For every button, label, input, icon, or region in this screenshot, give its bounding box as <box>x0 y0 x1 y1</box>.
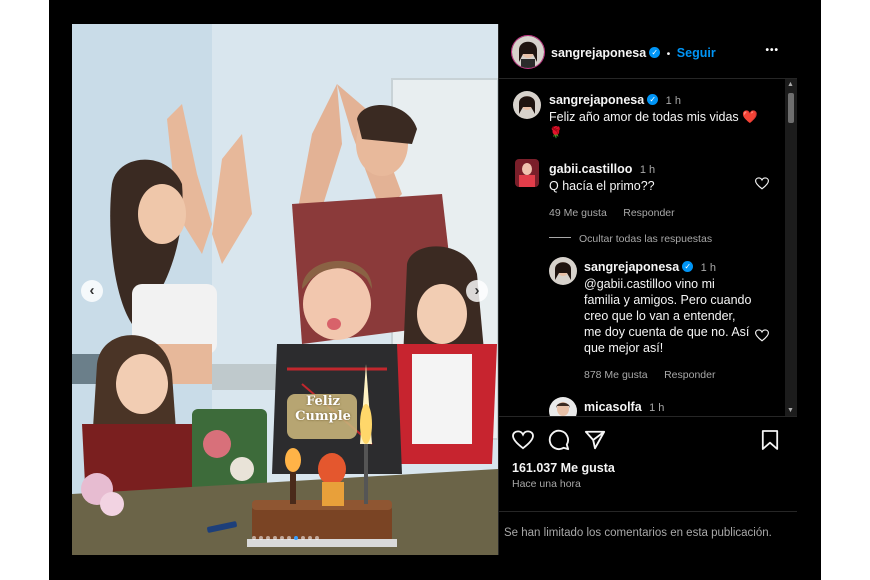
reply-text-line: @gabii.castilloo vino mi <box>584 277 715 291</box>
scroll-down-arrow-icon[interactable]: ▼ <box>787 407 794 414</box>
cake-topper: Feliz Cumple <box>288 394 358 424</box>
previous-photo-button[interactable]: ‹ <box>81 280 103 302</box>
scrollbar-thumb[interactable] <box>788 93 794 123</box>
carousel-dot <box>314 536 319 540</box>
reply-username[interactable]: sangrejaponesa <box>584 260 679 274</box>
post-header: sangrejaponesa ✓ • Seguir ••• <box>499 24 797 79</box>
partial-comment-avatar[interactable] <box>549 397 577 416</box>
comments-limited-text: Se han limitado los comentarios en esta … <box>504 527 772 539</box>
partial-comment-block: micasolfa 1 h <box>584 398 664 416</box>
reply-block: sangrejaponesa ✓ 1 h @gabii.castilloo vin… <box>584 258 764 383</box>
verified-badge-icon: ✓ <box>649 47 661 59</box>
hide-replies-toggle[interactable]: Ocultar todas las respuestas <box>549 229 712 247</box>
follow-button[interactable]: Seguir <box>677 46 716 60</box>
comment-avatar[interactable] <box>515 159 539 187</box>
like-heart-icon[interactable] <box>512 430 534 450</box>
reply-text-line: familia y amigos. Pero cuando <box>584 293 752 307</box>
verified-badge-icon: ✓ <box>647 94 659 106</box>
caption-username[interactable]: sangrejaponesa <box>549 93 644 107</box>
carousel-dots <box>72 527 498 545</box>
comment-bubble-icon[interactable] <box>548 429 570 451</box>
comment-time: 1 h <box>639 164 656 176</box>
post-timestamp: Hace una hora <box>512 478 581 490</box>
carousel-dot <box>300 536 305 540</box>
carousel-dot <box>307 536 312 540</box>
reply-time: 1 h <box>700 262 716 274</box>
comments-limited-notice: Se han limitado los comentarios en esta … <box>499 511 797 556</box>
share-send-icon[interactable] <box>584 429 606 451</box>
likes-count[interactable]: 161.037 Me gusta <box>512 461 615 475</box>
carousel-dot <box>265 536 270 540</box>
comment-likes[interactable]: 49 Me gusta <box>549 207 607 219</box>
caption-text: Feliz año amor de todas mis vidas ❤️ <box>549 110 758 124</box>
comments-scrollbar[interactable]: ▲ ▼ <box>785 79 797 416</box>
cake-topper-line1: Feliz <box>305 394 341 409</box>
caption-time: 1 h <box>665 95 681 107</box>
cake-topper-line2: Cumple <box>295 409 351 424</box>
post-actions: 161.037 Me gusta Hace una hora <box>499 416 797 512</box>
next-photo-button[interactable]: › <box>466 280 488 302</box>
comments-list[interactable]: sangrejaponesa ✓ 1 h Feliz año amor de to… <box>499 79 797 416</box>
more-options-icon[interactable]: ••• <box>765 45 779 56</box>
reply-like-heart-icon[interactable] <box>755 329 769 342</box>
caption-avatar[interactable] <box>513 91 541 119</box>
header-username[interactable]: sangrejaponesa <box>551 46 646 60</box>
reply-reply-button[interactable]: Responder <box>664 369 715 381</box>
reply-avatar[interactable] <box>549 257 577 285</box>
reply-likes[interactable]: 878 Me gusta <box>584 369 648 381</box>
caption-block: sangrejaponesa ✓ 1 h Feliz año amor de to… <box>549 91 784 141</box>
carousel-dot <box>279 536 284 540</box>
reply-text-line: me doy cuenta de que no. Así <box>584 325 750 339</box>
carousel-dot <box>272 536 277 540</box>
partial-comment-username[interactable]: micasolfa <box>584 400 642 414</box>
carousel-dot <box>286 536 291 540</box>
post-side-panel: sangrejaponesa ✓ • Seguir ••• sangrejapon… <box>498 24 797 555</box>
comment-username[interactable]: gabii.castilloo <box>549 162 632 176</box>
save-bookmark-icon[interactable] <box>761 429 779 451</box>
post-photo[interactable]: Feliz Cumple ‹ › <box>72 24 498 555</box>
carousel-dot-active <box>293 536 298 540</box>
comment-like-heart-icon[interactable] <box>755 177 769 190</box>
scroll-up-arrow-icon[interactable]: ▲ <box>787 81 794 88</box>
divider-line <box>549 237 571 239</box>
carousel-dot <box>258 536 263 540</box>
hide-replies-label[interactable]: Ocultar todas las respuestas <box>579 233 712 245</box>
comment-reply-button[interactable]: Responder <box>623 207 674 219</box>
partial-comment-time: 1 h <box>649 402 665 414</box>
birthday-photo <box>72 24 498 555</box>
reply-text-line: que mejor así! <box>584 341 664 355</box>
comment-text: Q hacía el primo?? <box>549 179 655 193</box>
carousel-dot <box>251 536 256 540</box>
comment-block: gabii.castilloo 1 h Q hacía el primo?? 4… <box>549 160 759 221</box>
verified-badge-icon: ✓ <box>682 261 694 273</box>
reply-text-line: creo que lo van a entender, <box>584 309 736 323</box>
caption-emoji: 🌹 <box>549 127 563 139</box>
header-separator: • <box>666 48 671 60</box>
avatar[interactable] <box>511 35 545 69</box>
